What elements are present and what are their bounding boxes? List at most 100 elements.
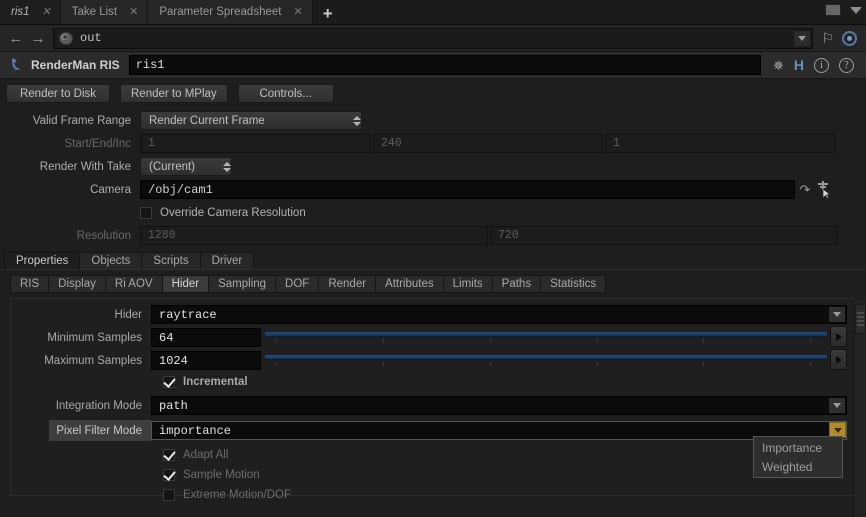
valid-frame-range-select[interactable]: Render Current Frame xyxy=(140,111,362,130)
tab-dof[interactable]: DOF xyxy=(275,275,320,293)
path-dropdown-button[interactable] xyxy=(794,30,811,46)
menu-item-importance[interactable]: Importance xyxy=(754,438,842,457)
close-icon[interactable]: ✕ xyxy=(42,6,51,18)
frame-end-input[interactable]: 240 xyxy=(373,134,603,153)
tab-ri-aov[interactable]: Ri AOV xyxy=(104,275,163,293)
render-with-take-select[interactable]: (Current) xyxy=(140,157,232,176)
maximum-samples-slider[interactable] xyxy=(265,349,847,370)
tab-display[interactable]: Display xyxy=(48,275,106,293)
resolution-label: Resolution xyxy=(76,229,131,242)
target-icon[interactable] xyxy=(842,30,857,46)
slider-handle[interactable] xyxy=(830,326,847,347)
controls-button[interactable]: Controls... xyxy=(237,84,334,103)
render-to-disk-button[interactable]: Render to Disk xyxy=(6,84,110,103)
window-tab-ris1[interactable]: ris1 ✕ xyxy=(0,0,61,24)
gear-icon[interactable]: ✵ xyxy=(773,59,784,72)
render-with-take-value: (Current) xyxy=(149,160,196,173)
start-end-inc-label: Start/End/Inc xyxy=(64,137,131,150)
node-header: RenderMan RIS ris1 ✵ H i ? xyxy=(0,52,866,79)
spinner-icon[interactable] xyxy=(346,115,361,126)
render-with-take-label: Render With Take xyxy=(39,160,131,173)
help-icon[interactable]: ? xyxy=(839,57,854,73)
tab-statistics[interactable]: Statistics xyxy=(540,275,607,293)
sample-motion-label: Sample Motion xyxy=(183,469,260,481)
override-camera-resolution-checkbox[interactable] xyxy=(140,206,152,219)
valid-frame-range-label: Valid Frame Range xyxy=(32,114,131,127)
pixel-filter-mode-label: Pixel Filter Mode xyxy=(49,420,151,441)
tab-properties[interactable]: Properties xyxy=(4,252,81,269)
window-tab-label: Take List xyxy=(71,6,118,18)
tab-driver[interactable]: Driver xyxy=(199,252,255,269)
window-tab-parameter-spreadsheet[interactable]: Parameter Spreadsheet ✕ xyxy=(148,0,313,24)
window-tab-take-list[interactable]: Take List ✕ xyxy=(60,0,149,24)
pixel-filter-mode-select[interactable]: importance xyxy=(151,421,847,440)
pixel-filter-mode-value: importance xyxy=(159,423,232,438)
path-input[interactable]: out xyxy=(53,27,814,49)
resolution-row: Resolution 1280 720 xyxy=(0,224,866,247)
maximize-icon[interactable] xyxy=(825,4,841,16)
extreme-motion-dof-row: Extreme Motion/DOF xyxy=(11,485,853,505)
spinner-icon[interactable] xyxy=(216,161,231,172)
maximum-samples-label: Maximum Samples xyxy=(44,354,142,367)
tab-render[interactable]: Render xyxy=(318,275,377,293)
render-to-mplay-button[interactable]: Render to MPlay xyxy=(120,84,228,103)
tab-scripts[interactable]: Scripts xyxy=(141,252,201,269)
tab-ris[interactable]: RIS xyxy=(10,275,50,293)
top-parameters: Valid Frame Range Render Current Frame S… xyxy=(0,105,866,249)
pixel-filter-mode-dropdown-menu: Importance Weighted xyxy=(753,436,843,478)
tab-hider[interactable]: Hider xyxy=(161,275,210,293)
incremental-label: Incremental xyxy=(183,376,248,388)
menu-item-weighted[interactable]: Weighted xyxy=(754,457,842,476)
path-text: out xyxy=(80,31,102,45)
scrollbar-grip[interactable] xyxy=(854,304,866,334)
adapt-all-label: Adapt All xyxy=(183,449,229,461)
add-tab-button[interactable]: + xyxy=(313,4,343,24)
resolution-width-input[interactable]: 1280 xyxy=(140,226,488,245)
frame-inc-input[interactable]: 1 xyxy=(605,134,835,153)
hider-label: Hider xyxy=(114,308,142,321)
minimum-samples-label: Minimum Samples xyxy=(47,331,142,344)
sample-motion-checkbox[interactable] xyxy=(163,469,175,481)
integration-mode-value: path xyxy=(159,398,188,413)
tab-sampling[interactable]: Sampling xyxy=(208,275,277,293)
pin-icon[interactable]: ⚐ xyxy=(821,30,834,47)
pixel-filter-mode-row: Pixel Filter Mode importance xyxy=(11,419,853,442)
forward-arrow-icon[interactable]: → xyxy=(27,27,49,49)
panel-menu-icon[interactable] xyxy=(850,6,862,14)
frame-start-input[interactable]: 1 xyxy=(140,134,371,153)
minimum-samples-slider[interactable] xyxy=(265,326,847,347)
extreme-motion-dof-checkbox[interactable] xyxy=(163,489,175,501)
incremental-checkbox[interactable] xyxy=(163,376,175,388)
back-arrow-icon[interactable]: ← xyxy=(5,27,27,49)
sample-motion-row: Sample Motion xyxy=(11,465,853,485)
camera-picker-icon[interactable] xyxy=(815,180,837,199)
reload-icon[interactable]: ↷ xyxy=(795,182,815,198)
node-header-icons: ✵ H i ? xyxy=(761,57,862,73)
houdini-h-icon[interactable]: H xyxy=(794,58,804,72)
info-icon[interactable]: i xyxy=(814,57,829,73)
tab-paths[interactable]: Paths xyxy=(491,275,542,293)
slider-handle[interactable] xyxy=(830,349,847,370)
camera-label: Camera xyxy=(90,183,131,196)
node-name-input[interactable]: ris1 xyxy=(128,55,761,75)
camera-input[interactable]: /obj/cam1 xyxy=(140,180,795,199)
maximum-samples-input[interactable]: 1024 xyxy=(151,351,261,370)
override-camera-resolution-row: Override Camera Resolution xyxy=(0,201,866,224)
minimum-samples-input[interactable]: 64 xyxy=(151,328,261,347)
tab-objects[interactable]: Objects xyxy=(79,252,143,269)
start-end-inc-row: Start/End/Inc 1 240 1 xyxy=(0,132,866,155)
tab-limits[interactable]: Limits xyxy=(442,275,493,293)
tab-attributes[interactable]: Attributes xyxy=(375,275,444,293)
integration-mode-dropdown-button[interactable] xyxy=(829,398,845,413)
close-icon[interactable]: ✕ xyxy=(129,6,138,18)
vertical-scrollbar[interactable] xyxy=(853,300,866,517)
integration-mode-select[interactable]: path xyxy=(151,396,847,415)
resolution-height-input[interactable]: 720 xyxy=(490,226,838,245)
valid-frame-range-row: Valid Frame Range Render Current Frame xyxy=(0,109,866,132)
node-type-label: RenderMan RIS xyxy=(31,58,120,72)
minimum-samples-row: Minimum Samples 64 xyxy=(11,326,853,349)
close-icon[interactable]: ✕ xyxy=(293,6,302,18)
adapt-all-checkbox[interactable] xyxy=(163,449,175,461)
hider-select[interactable]: raytrace xyxy=(151,305,847,324)
hider-dropdown-button[interactable] xyxy=(829,307,845,322)
